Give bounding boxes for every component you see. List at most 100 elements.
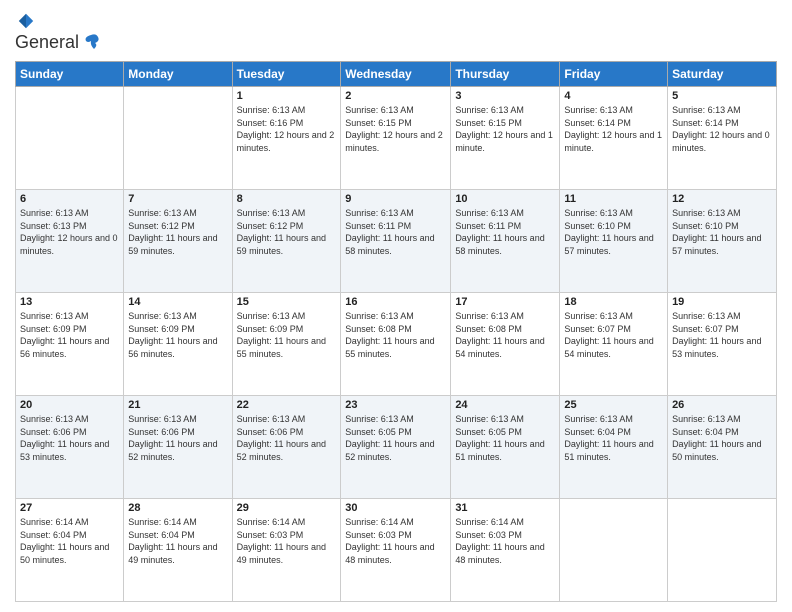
logo-icon xyxy=(17,12,35,30)
col-header-tuesday: Tuesday xyxy=(232,62,341,87)
day-number: 16 xyxy=(345,296,446,308)
day-number: 25 xyxy=(564,399,663,411)
col-header-monday: Monday xyxy=(124,62,232,87)
day-number: 3 xyxy=(455,90,555,102)
day-number: 22 xyxy=(237,399,337,411)
day-number: 15 xyxy=(237,296,337,308)
day-info: Sunrise: 6:13 AM Sunset: 6:15 PM Dayligh… xyxy=(345,104,446,154)
day-number: 30 xyxy=(345,502,446,514)
day-info: Sunrise: 6:13 AM Sunset: 6:06 PM Dayligh… xyxy=(237,413,337,463)
day-info: Sunrise: 6:14 AM Sunset: 6:04 PM Dayligh… xyxy=(128,516,227,566)
day-info: Sunrise: 6:13 AM Sunset: 6:15 PM Dayligh… xyxy=(455,104,555,154)
calendar-cell: 26 Sunrise: 6:13 AM Sunset: 6:04 PM Dayli… xyxy=(668,396,777,499)
day-info: Sunrise: 6:13 AM Sunset: 6:04 PM Dayligh… xyxy=(564,413,663,463)
calendar-cell: 23 Sunrise: 6:13 AM Sunset: 6:05 PM Dayli… xyxy=(341,396,451,499)
calendar-cell xyxy=(124,87,232,190)
calendar-cell xyxy=(16,87,124,190)
calendar-cell: 24 Sunrise: 6:13 AM Sunset: 6:05 PM Dayli… xyxy=(451,396,560,499)
calendar-cell: 8 Sunrise: 6:13 AM Sunset: 6:12 PM Daylig… xyxy=(232,190,341,293)
calendar-cell: 15 Sunrise: 6:13 AM Sunset: 6:09 PM Dayli… xyxy=(232,293,341,396)
day-info: Sunrise: 6:13 AM Sunset: 6:09 PM Dayligh… xyxy=(237,310,337,360)
calendar-cell: 25 Sunrise: 6:13 AM Sunset: 6:04 PM Dayli… xyxy=(560,396,668,499)
col-header-friday: Friday xyxy=(560,62,668,87)
day-info: Sunrise: 6:13 AM Sunset: 6:09 PM Dayligh… xyxy=(128,310,227,360)
calendar-cell: 11 Sunrise: 6:13 AM Sunset: 6:10 PM Dayli… xyxy=(560,190,668,293)
day-info: Sunrise: 6:13 AM Sunset: 6:04 PM Dayligh… xyxy=(672,413,772,463)
calendar-cell: 18 Sunrise: 6:13 AM Sunset: 6:07 PM Dayli… xyxy=(560,293,668,396)
calendar-cell: 9 Sunrise: 6:13 AM Sunset: 6:11 PM Daylig… xyxy=(341,190,451,293)
day-info: Sunrise: 6:13 AM Sunset: 6:14 PM Dayligh… xyxy=(672,104,772,154)
day-info: Sunrise: 6:13 AM Sunset: 6:12 PM Dayligh… xyxy=(237,207,337,257)
day-number: 2 xyxy=(345,90,446,102)
day-info: Sunrise: 6:14 AM Sunset: 6:03 PM Dayligh… xyxy=(345,516,446,566)
calendar-header-row: SundayMondayTuesdayWednesdayThursdayFrid… xyxy=(16,62,777,87)
calendar-cell: 10Sunrise: 6:13 AM Sunset: 6:11 PM Dayli… xyxy=(451,190,560,293)
day-info: Sunrise: 6:13 AM Sunset: 6:09 PM Dayligh… xyxy=(20,310,119,360)
day-info: Sunrise: 6:14 AM Sunset: 6:04 PM Dayligh… xyxy=(20,516,119,566)
calendar-cell: 27 Sunrise: 6:14 AM Sunset: 6:04 PM Dayli… xyxy=(16,499,124,602)
day-number: 31 xyxy=(455,502,555,514)
day-number: 23 xyxy=(345,399,446,411)
calendar-cell: 21 Sunrise: 6:13 AM Sunset: 6:06 PM Dayli… xyxy=(124,396,232,499)
calendar-table: SundayMondayTuesdayWednesdayThursdayFrid… xyxy=(15,61,777,602)
calendar-week-1: 1Sunrise: 6:13 AM Sunset: 6:16 PM Daylig… xyxy=(16,87,777,190)
logo-bird-icon xyxy=(80,31,102,53)
col-header-saturday: Saturday xyxy=(668,62,777,87)
calendar-cell: 6Sunrise: 6:13 AM Sunset: 6:13 PM Daylig… xyxy=(16,190,124,293)
day-number: 29 xyxy=(237,502,337,514)
calendar-cell: 4 Sunrise: 6:13 AM Sunset: 6:14 PM Daylig… xyxy=(560,87,668,190)
calendar-week-2: 6Sunrise: 6:13 AM Sunset: 6:13 PM Daylig… xyxy=(16,190,777,293)
day-number: 27 xyxy=(20,502,119,514)
calendar-cell: 30 Sunrise: 6:14 AM Sunset: 6:03 PM Dayli… xyxy=(341,499,451,602)
day-info: Sunrise: 6:14 AM Sunset: 6:03 PM Dayligh… xyxy=(455,516,555,566)
calendar-cell: 12 Sunrise: 6:13 AM Sunset: 6:10 PM Dayli… xyxy=(668,190,777,293)
day-number: 17 xyxy=(455,296,555,308)
calendar-cell: 3 Sunrise: 6:13 AM Sunset: 6:15 PM Daylig… xyxy=(451,87,560,190)
calendar-cell: 1Sunrise: 6:13 AM Sunset: 6:16 PM Daylig… xyxy=(232,87,341,190)
day-number: 12 xyxy=(672,193,772,205)
calendar-cell: 5Sunrise: 6:13 AM Sunset: 6:14 PM Daylig… xyxy=(668,87,777,190)
day-number: 14 xyxy=(128,296,227,308)
day-number: 11 xyxy=(564,193,663,205)
calendar-cell: 19Sunrise: 6:13 AM Sunset: 6:07 PM Dayli… xyxy=(668,293,777,396)
day-number: 21 xyxy=(128,399,227,411)
day-info: Sunrise: 6:13 AM Sunset: 6:11 PM Dayligh… xyxy=(345,207,446,257)
col-header-wednesday: Wednesday xyxy=(341,62,451,87)
day-info: Sunrise: 6:13 AM Sunset: 6:12 PM Dayligh… xyxy=(128,207,227,257)
logo-general-2: General xyxy=(15,32,79,53)
calendar-cell: 20Sunrise: 6:13 AM Sunset: 6:06 PM Dayli… xyxy=(16,396,124,499)
logo-text xyxy=(15,10,35,31)
day-info: Sunrise: 6:13 AM Sunset: 6:10 PM Dayligh… xyxy=(672,207,772,257)
logo: General xyxy=(15,10,103,53)
day-number: 6 xyxy=(20,193,119,205)
day-info: Sunrise: 6:14 AM Sunset: 6:03 PM Dayligh… xyxy=(237,516,337,566)
col-header-sunday: Sunday xyxy=(16,62,124,87)
day-number: 8 xyxy=(237,193,337,205)
day-info: Sunrise: 6:13 AM Sunset: 6:05 PM Dayligh… xyxy=(455,413,555,463)
calendar-week-5: 27 Sunrise: 6:14 AM Sunset: 6:04 PM Dayli… xyxy=(16,499,777,602)
day-info: Sunrise: 6:13 AM Sunset: 6:08 PM Dayligh… xyxy=(345,310,446,360)
page: General SundayMondayTuesdayWednesdayThur… xyxy=(0,0,792,612)
day-info: Sunrise: 6:13 AM Sunset: 6:07 PM Dayligh… xyxy=(564,310,663,360)
day-info: Sunrise: 6:13 AM Sunset: 6:14 PM Dayligh… xyxy=(564,104,663,154)
day-number: 10 xyxy=(455,193,555,205)
day-info: Sunrise: 6:13 AM Sunset: 6:10 PM Dayligh… xyxy=(564,207,663,257)
calendar-cell: 17 Sunrise: 6:13 AM Sunset: 6:08 PM Dayli… xyxy=(451,293,560,396)
day-number: 24 xyxy=(455,399,555,411)
day-number: 7 xyxy=(128,193,227,205)
day-number: 4 xyxy=(564,90,663,102)
calendar-cell: 29 Sunrise: 6:14 AM Sunset: 6:03 PM Dayli… xyxy=(232,499,341,602)
calendar-cell xyxy=(560,499,668,602)
calendar-cell: 14 Sunrise: 6:13 AM Sunset: 6:09 PM Dayli… xyxy=(124,293,232,396)
calendar-week-3: 13 Sunrise: 6:13 AM Sunset: 6:09 PM Dayli… xyxy=(16,293,777,396)
header: General xyxy=(15,10,777,53)
day-info: Sunrise: 6:13 AM Sunset: 6:06 PM Dayligh… xyxy=(20,413,119,463)
day-number: 18 xyxy=(564,296,663,308)
day-number: 26 xyxy=(672,399,772,411)
day-info: Sunrise: 6:13 AM Sunset: 6:05 PM Dayligh… xyxy=(345,413,446,463)
day-info: Sunrise: 6:13 AM Sunset: 6:06 PM Dayligh… xyxy=(128,413,227,463)
day-info: Sunrise: 6:13 AM Sunset: 6:08 PM Dayligh… xyxy=(455,310,555,360)
col-header-thursday: Thursday xyxy=(451,62,560,87)
day-number: 13 xyxy=(20,296,119,308)
day-number: 9 xyxy=(345,193,446,205)
